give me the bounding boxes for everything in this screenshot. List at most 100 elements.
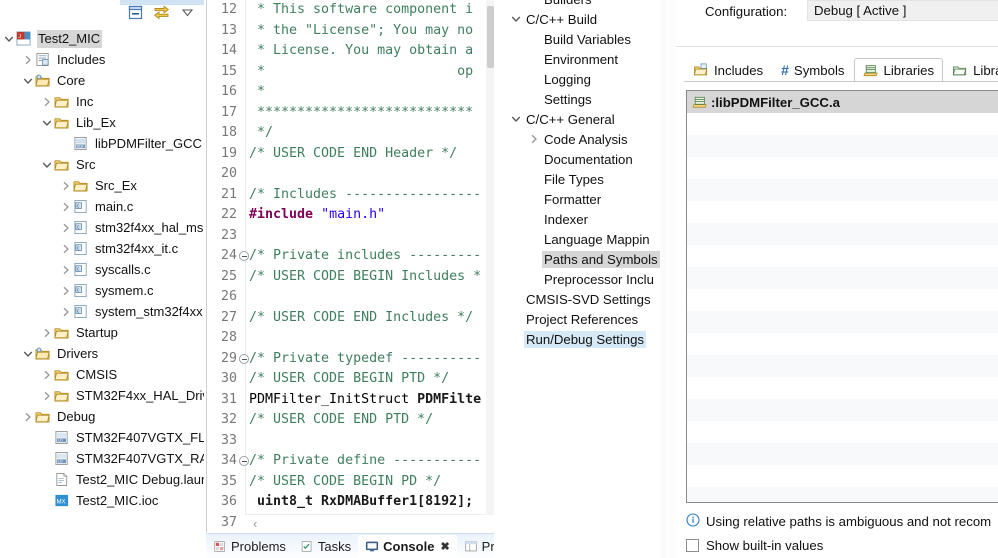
prop-category-run-debug-settings[interactable]: Run/Debug Settings (500, 329, 665, 349)
tree-item-sysmem-c[interactable]: c sysmem.c (0, 280, 204, 301)
tree-item-stm32f4xx-it-c[interactable]: c stm32f4xx_it.c (0, 238, 204, 259)
code-line[interactable]: 25 /* USER CODE BEGIN Includes * (207, 267, 495, 288)
code-line[interactable]: 14 * License. You may obtain a (207, 41, 495, 62)
tree-item-inc[interactable]: Inc (0, 91, 204, 112)
code-line[interactable]: 24 /* Private includes --------- (207, 246, 495, 267)
chevron-right-icon[interactable] (40, 322, 54, 343)
prop-category-cmsis-svd-settings[interactable]: CMSIS-SVD Settings (500, 289, 665, 309)
tab-symbols[interactable]: # Symbols (772, 58, 853, 82)
tree-item-src[interactable]: Src (0, 154, 204, 175)
tree-item-drivers[interactable]: Drivers (0, 343, 204, 364)
code-line[interactable]: 17 *************************** (207, 103, 495, 124)
tree-item-libpdmfilter-gcc[interactable]: 010 libPDMFilter_GCC (0, 133, 204, 154)
tree-item-system-stm32f4xx[interactable]: c system_stm32f4xx (0, 301, 204, 322)
prop-category-formatter[interactable]: Formatter (500, 189, 665, 209)
configuration-combobox[interactable]: Debug [ Active ] (807, 0, 998, 21)
prop-category-c-c-build[interactable]: C/C++ Build (500, 9, 665, 29)
prop-category-environment[interactable]: Environment (500, 49, 665, 69)
tree-item-syscalls-c[interactable]: c syscalls.c (0, 259, 204, 280)
code-line[interactable]: 23 (207, 226, 495, 247)
prop-category-indexer[interactable]: Indexer (500, 209, 665, 229)
code-line[interactable]: 15 * op (207, 62, 495, 83)
chevron-down-icon[interactable] (40, 112, 54, 133)
prop-category-file-types[interactable]: File Types (500, 169, 665, 189)
code-line[interactable]: 20 (207, 164, 495, 185)
show-builtin-values-row[interactable]: Show built-in values (686, 538, 823, 553)
paths-symbols-tabstrip[interactable]: Includes #Symbols Libraries Library P (684, 58, 998, 82)
code-line[interactable]: 31 PDMFilter_InitStruct PDMFilte (207, 390, 495, 411)
chevron-right-icon[interactable] (59, 301, 73, 322)
chevron-right-icon[interactable] (40, 385, 54, 406)
prop-category-c-c-general[interactable]: C/C++ General (500, 109, 665, 129)
tree-item-test2-mic-ioc[interactable]: MX Test2_MIC.ioc (0, 490, 204, 511)
chevron-down-icon[interactable] (2, 28, 16, 49)
chevron-right-icon[interactable] (59, 175, 73, 196)
prop-category-project-references[interactable]: Project References (500, 309, 665, 329)
code-line[interactable]: 34 /* Private define ----------- (207, 451, 495, 472)
editor-vertical-scroll-thumb[interactable] (487, 6, 494, 68)
code-line[interactable]: 18 */ (207, 123, 495, 144)
prop-category-settings[interactable]: Settings (500, 89, 665, 109)
prop-category-build-variables[interactable]: Build Variables (500, 29, 665, 49)
tree-item-stm32f407vgtx-ram-l[interactable]: LD STM32F407VGTX_RAM.l (0, 448, 204, 469)
properties-category-tree[interactable]: Builders C/C++ Build Build Variables Enviro… (500, 0, 666, 558)
prop-category-language-mappin[interactable]: Language Mappin (500, 229, 665, 249)
code-line[interactable]: 28 (207, 328, 495, 349)
prop-category-documentation[interactable]: Documentation (500, 149, 665, 169)
tree-item-stm32f4xx-hal-ms[interactable]: c stm32f4xx_hal_ms (0, 217, 204, 238)
fold-collapse-icon[interactable] (239, 251, 249, 261)
chevron-down-icon[interactable] (508, 114, 524, 124)
code-line[interactable]: 26 (207, 287, 495, 308)
bottom-view-tabbar[interactable]: Problems Tasks Console ✖ Prope (206, 533, 494, 558)
code-line[interactable]: 35 /* USER CODE BEGIN PD */ (207, 472, 495, 493)
project-tree[interactable]: J Test2_MIC Includes Core Inc Lib_Ex 010 libPDM… (0, 28, 204, 558)
libraries-listbox[interactable]: :libPDMFilter_GCC.a (686, 90, 998, 503)
prop-category-code-analysis[interactable]: Code Analysis (500, 129, 665, 149)
chevron-right-icon[interactable] (21, 49, 35, 70)
bottom-tab-problems[interactable]: Problems (206, 535, 293, 558)
chevron-right-icon[interactable] (40, 91, 54, 112)
close-icon[interactable]: ✖ (440, 540, 449, 553)
chevron-right-icon[interactable] (59, 259, 73, 280)
tree-item-cmsis[interactable]: CMSIS (0, 364, 204, 385)
prop-category-builders[interactable]: Builders (500, 0, 665, 9)
tree-item-stm32f407vgtx-flash[interactable]: LD STM32F407VGTX_FLASH (0, 427, 204, 448)
tab-libraries[interactable]: Libraries (853, 58, 944, 82)
bottom-tab-tasks[interactable]: Tasks (293, 535, 358, 558)
chevron-right-icon[interactable] (59, 196, 73, 217)
tree-item-lib-ex[interactable]: Lib_Ex (0, 112, 204, 133)
code-line[interactable]: 33 (207, 431, 495, 452)
chevron-right-icon[interactable] (59, 217, 73, 238)
code-line[interactable]: 27 /* USER CODE END Includes */ (207, 308, 495, 329)
code-line[interactable]: 22 #include "main.h" (207, 205, 495, 226)
code-line[interactable]: 19 /* USER CODE END Header */ (207, 144, 495, 165)
tree-item-debug[interactable]: Debug (0, 406, 204, 427)
editor-horizontal-scrollbar[interactable]: ‹ (245, 514, 486, 532)
fold-collapse-icon[interactable] (239, 353, 249, 364)
tab-includes[interactable]: Includes (684, 58, 772, 82)
prop-category-preprocessor-inclu[interactable]: Preprocessor Inclu (500, 269, 665, 289)
editor-code-area[interactable]: 12 * This software component i 13 * the "… (207, 0, 495, 532)
chevron-right-icon[interactable] (21, 406, 35, 427)
tree-item-stm32f4xx-hal-driv[interactable]: STM32F4xx_HAL_Driv (0, 385, 204, 406)
code-line[interactable]: 12 * This software component i (207, 0, 495, 21)
tree-item-startup[interactable]: Startup (0, 322, 204, 343)
chevron-right-icon[interactable] (526, 134, 542, 144)
tree-item-includes[interactable]: Includes (0, 49, 204, 70)
chevron-right-icon[interactable] (40, 364, 54, 385)
collapse-all-icon[interactable] (127, 4, 144, 21)
chevron-right-icon[interactable] (59, 280, 73, 301)
chevron-down-icon[interactable] (508, 14, 524, 24)
code-line[interactable]: 16 * (207, 82, 495, 103)
tree-item-test2-mic[interactable]: J Test2_MIC (0, 28, 204, 49)
code-line[interactable]: 21 /* Includes ----------------- (207, 185, 495, 206)
view-menu-icon[interactable] (179, 4, 196, 21)
prop-category-paths-and-symbols[interactable]: Paths and Symbols (500, 249, 665, 269)
chevron-right-icon[interactable] (59, 238, 73, 259)
show-builtin-values-checkbox[interactable] (686, 539, 699, 552)
tab-library-p[interactable]: Library P (943, 58, 998, 82)
source-editor[interactable]: 12 * This software component i 13 * the "… (206, 0, 495, 532)
bottom-tab-console[interactable]: Console ✖ (358, 535, 457, 558)
tree-item-core[interactable]: Core (0, 70, 204, 91)
tree-item-src-ex[interactable]: Src_Ex (0, 175, 204, 196)
